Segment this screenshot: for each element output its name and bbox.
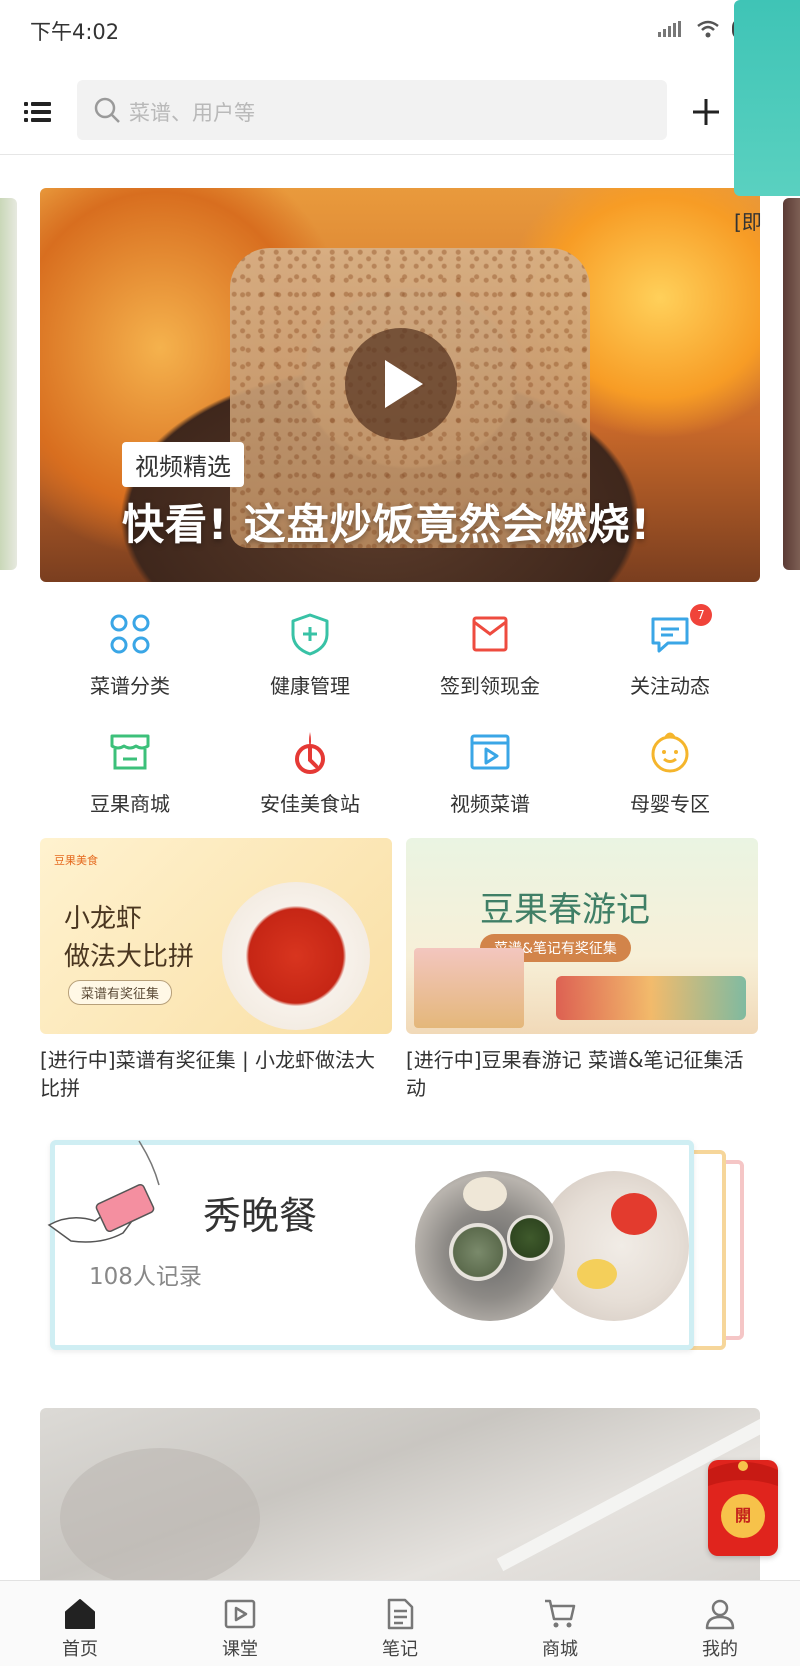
- top-bar: 菜谱、用户等 7: [0, 70, 800, 155]
- add-button[interactable]: [690, 96, 722, 128]
- tab-label: 笔记: [382, 1639, 418, 1660]
- event-title: [进行中]豆果春游记 菜谱&笔记征集活动: [406, 1048, 744, 1100]
- grid-item-label: 签到领现金: [440, 674, 540, 698]
- search-placeholder: 菜谱、用户等: [129, 101, 255, 125]
- banner-tag: 视频精选: [122, 442, 244, 487]
- home-icon: [65, 1599, 95, 1629]
- video-icon: [470, 734, 510, 770]
- note-icon: [387, 1598, 414, 1630]
- event-carousel: 豆果美食 小龙虾 做法大比拼 菜谱有奖征集 [进行中]菜谱有奖征集 | 小龙虾做…: [40, 838, 800, 1100]
- banner-title: 快看! 这盘炒饭竟然会燃烧!: [122, 500, 651, 549]
- show-dinner-card[interactable]: 秀晚餐 108人记录: [46, 1140, 746, 1350]
- tab-me[interactable]: 我的: [640, 1581, 800, 1666]
- plus-icon: [693, 99, 719, 125]
- tab-home[interactable]: 首页: [0, 1581, 160, 1666]
- bottom-tab-bar: 首页 课堂 笔记 商城 我的: [0, 1580, 800, 1666]
- dinner-photo-meal: [415, 1171, 565, 1321]
- anchor-brand-icon: [295, 732, 325, 774]
- banner-next-peek[interactable]: [783, 198, 800, 570]
- grid-item-recipe-category[interactable]: 菜谱分类: [40, 606, 220, 724]
- shortcut-grid: 菜谱分类 健康管理 签到领现金 7 关注动态 豆果商城 安佳美食站 视频菜谱 母…: [40, 604, 760, 842]
- dinner-title: 秀晚餐: [203, 1194, 318, 1238]
- signal-icon: [658, 21, 681, 37]
- event-title: [进行中]菜谱有奖征集 | 小龙虾做法大比拼: [40, 1048, 376, 1100]
- feed-image-knit: [60, 1448, 260, 1580]
- status-bar: 下午4:02 85: [0, 0, 800, 60]
- grid-item-following[interactable]: 7 关注动态: [580, 604, 760, 724]
- tab-label: 课堂: [222, 1639, 258, 1660]
- phone-hand-illustration: [47, 1140, 160, 1243]
- red-packet-open: 開: [721, 1494, 765, 1538]
- grid-item-baby[interactable]: 母婴专区: [580, 724, 760, 842]
- event-image-title: 豆果春游记: [480, 890, 650, 930]
- event-brand-logo: 豆果美食: [54, 854, 98, 867]
- baby-icon: [651, 732, 689, 773]
- crayfish-plate: [222, 882, 370, 1030]
- event-image-tag: 菜谱有奖征集: [68, 980, 173, 1005]
- shelf-scene: [414, 948, 524, 1028]
- show-dinner-front: 秀晚餐 108人记录: [47, 1140, 694, 1350]
- wifi-icon: [697, 20, 719, 38]
- category-icon: [110, 614, 150, 654]
- featured-video-banner[interactable]: 视频精选 快看! 这盘炒饭竟然会燃烧!: [40, 188, 760, 582]
- tab-mall[interactable]: 商城: [480, 1581, 640, 1666]
- menu-button[interactable]: [22, 96, 54, 128]
- play-square-icon: [224, 1599, 256, 1629]
- grid-item-label: 母婴专区: [630, 792, 710, 816]
- dinner-record-count: 108人记录: [89, 1264, 202, 1290]
- grid-item-anchor-food[interactable]: 安佳美食站: [220, 724, 400, 842]
- grid-item-store[interactable]: 豆果商城: [40, 724, 220, 842]
- grid-item-video-recipes[interactable]: 视频菜谱: [400, 724, 580, 842]
- grid-item-label: 健康管理: [270, 674, 350, 698]
- grid-item-label: 菜谱分类: [90, 674, 170, 698]
- tab-label: 首页: [62, 1639, 98, 1660]
- envelope-icon: [472, 616, 508, 652]
- list-menu-icon: [24, 102, 51, 122]
- tab-label: 我的: [702, 1639, 738, 1660]
- tab-classroom[interactable]: 课堂: [160, 1581, 320, 1666]
- event-image-spring: 豆果春游记 菜谱&笔记有奖征集: [406, 838, 758, 1034]
- red-packet-button[interactable]: 開: [708, 1460, 778, 1556]
- event-title-peek: [即: [734, 210, 762, 234]
- play-button[interactable]: [345, 328, 457, 440]
- play-icon: [385, 360, 423, 408]
- grid-item-label: 安佳美食站: [260, 792, 360, 816]
- tab-notes[interactable]: 笔记: [320, 1581, 480, 1666]
- grid-item-label: 关注动态: [630, 674, 710, 698]
- store-icon: [110, 734, 150, 770]
- following-badge: 7: [690, 604, 712, 626]
- event-image-crayfish: 豆果美食 小龙虾 做法大比拼 菜谱有奖征集: [40, 838, 392, 1034]
- grid-item-label: 视频菜谱: [450, 792, 530, 816]
- banner-prev-peek[interactable]: [0, 198, 17, 570]
- shield-plus-icon: [291, 613, 329, 656]
- event-card-spring[interactable]: 豆果春游记 菜谱&笔记有奖征集 [进行中]豆果春游记 菜谱&笔记征集活动: [406, 838, 758, 1102]
- grid-item-label: 豆果商城: [90, 792, 170, 816]
- message-icon: [651, 617, 689, 653]
- picnic-scene: [556, 976, 746, 1020]
- search-icon: [94, 97, 120, 123]
- event-card-peek[interactable]: [734, 0, 800, 196]
- search-input[interactable]: 菜谱、用户等: [77, 80, 667, 140]
- user-icon: [705, 1599, 735, 1630]
- feed-video-card[interactable]: [40, 1408, 760, 1580]
- tab-label: 商城: [542, 1639, 578, 1660]
- grid-item-health[interactable]: 健康管理: [220, 606, 400, 724]
- event-card-crayfish[interactable]: 豆果美食 小龙虾 做法大比拼 菜谱有奖征集 [进行中]菜谱有奖征集 | 小龙虾做…: [40, 838, 392, 1102]
- cart-icon: [545, 1599, 576, 1628]
- event-image-title: 小龙虾 做法大比拼: [64, 904, 195, 972]
- red-packet-top-icon: [708, 1461, 778, 1486]
- grid-item-checkin[interactable]: 签到领现金: [400, 606, 580, 724]
- status-time: 下午4:02: [30, 20, 120, 44]
